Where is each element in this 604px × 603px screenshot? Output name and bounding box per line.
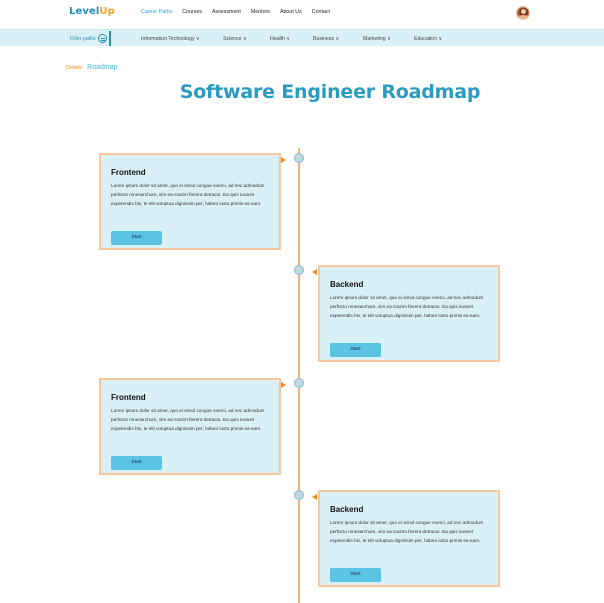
breadcrumb-current: Roadmap [87, 64, 118, 71]
timeline-node [294, 265, 304, 275]
timeline-node [294, 378, 304, 388]
pointer-arrow-icon [312, 494, 317, 500]
timeline-line [298, 148, 300, 603]
nav-item-assessment[interactable]: Assessment [212, 9, 241, 15]
card-description: Lorem ipsum dolor sit amet, quo ei simul… [330, 295, 484, 318]
start-button[interactable]: Start [111, 231, 162, 245]
category-health[interactable]: Health ∨ [270, 36, 290, 42]
start-button[interactable]: Start [330, 343, 381, 357]
nav-links: Career Paths Courses Assessment Mentors … [141, 9, 340, 15]
brand-up: Up [99, 6, 115, 17]
filter-label: Filter paths [70, 35, 96, 42]
roadmap-card-backend: Backend Lorem ipsum dolor sit amet, quo … [318, 265, 500, 362]
nav-item-courses[interactable]: Courses [182, 9, 202, 15]
category-business[interactable]: Business ∨ [313, 36, 339, 42]
nav-item-mentors[interactable]: Mentors [251, 9, 270, 15]
roadmap-card-frontend: Frontend Lorem ipsum dolor sit amet, quo… [99, 153, 281, 250]
card-title: Frontend [111, 168, 146, 177]
timeline-node [294, 153, 304, 163]
start-button[interactable]: Start [330, 568, 381, 582]
pointer-arrow-icon [281, 157, 286, 163]
category-science[interactable]: Science ∨ [223, 36, 247, 42]
pointer-arrow-icon [312, 269, 317, 275]
timeline-node [294, 490, 304, 500]
nav-item-career-paths[interactable]: Career Paths [141, 9, 172, 15]
filter-paths-button[interactable]: Filter paths [66, 31, 111, 46]
card-description: Lorem ipsum dolor sit amet, quo ei simul… [330, 520, 484, 543]
card-title: Backend [330, 505, 364, 514]
card-description: Lorem ipsum dolor sit amet, quo ei simul… [111, 408, 265, 431]
filter-icon [98, 34, 107, 43]
category-marketing[interactable]: Marketing ∨ [363, 36, 391, 42]
start-button[interactable]: Start [111, 456, 162, 470]
brand-logo[interactable]: LevelUp [69, 6, 115, 17]
breadcrumb-parent[interactable]: Details: [66, 65, 84, 71]
category-education[interactable]: Education ∨ [414, 36, 442, 42]
nav-item-about-us[interactable]: About Us [280, 9, 302, 15]
top-nav: LevelUp Career Paths Courses Assessment … [0, 0, 604, 28]
nav-item-contact[interactable]: Contact [312, 9, 330, 15]
category-bar: Filter paths Information Technology ∨ Sc… [0, 29, 604, 46]
roadmap-card-backend: Backend Lorem ipsum dolor sit amet, quo … [318, 490, 500, 587]
card-title: Backend [330, 280, 364, 289]
user-avatar[interactable] [516, 6, 530, 20]
page-title: Software Engineer Roadmap [179, 81, 481, 103]
card-title: Frontend [111, 393, 146, 402]
category-information-technology[interactable]: Information Technology ∨ [141, 36, 200, 42]
brand-level: Level [69, 6, 100, 17]
card-description: Lorem ipsum dolor sit amet, quo ei simul… [111, 183, 265, 206]
roadmap-card-frontend: Frontend Lorem ipsum dolor sit amet, quo… [99, 378, 281, 475]
breadcrumb: Details: Roadmap [66, 64, 118, 71]
pointer-arrow-icon [281, 382, 286, 388]
